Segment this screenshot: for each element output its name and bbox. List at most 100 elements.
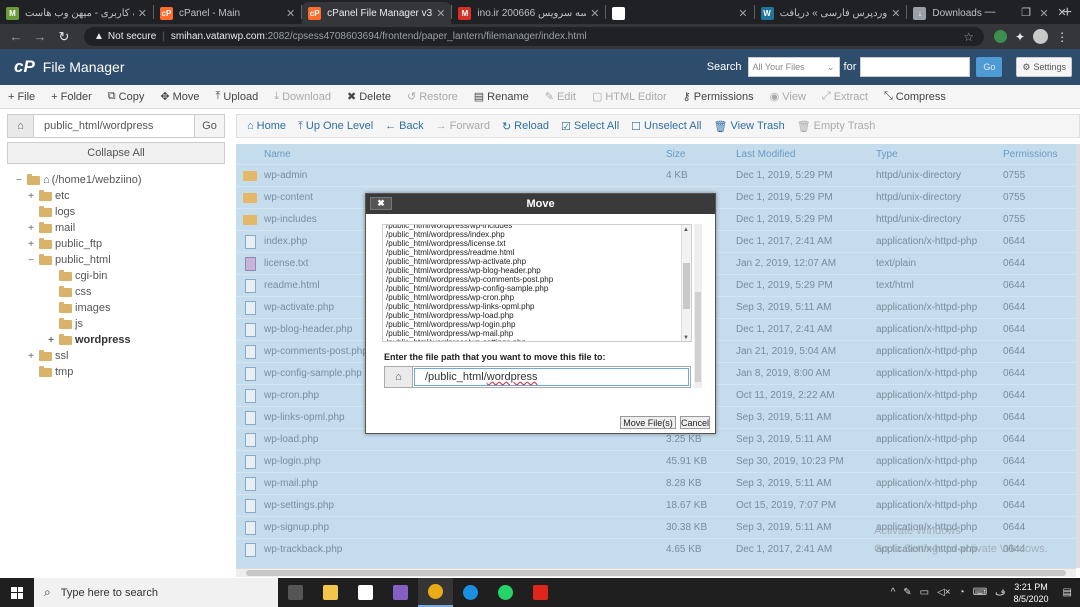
network-icon[interactable]: ◔: [959, 587, 965, 598]
col-name[interactable]: Name: [264, 149, 666, 160]
taskbar-store[interactable]: [348, 578, 383, 607]
list-scrollbar[interactable]: ▲ ▼: [681, 225, 691, 341]
profile-avatar[interactable]: [1033, 29, 1049, 44]
tab-close-icon[interactable]: ✕: [436, 7, 445, 20]
taskbar-visual-studio[interactable]: [383, 578, 418, 607]
horizontal-scrollbar[interactable]: [236, 568, 1076, 577]
settings-button[interactable]: ⚙ Settings: [1016, 57, 1072, 77]
keyboard-icon[interactable]: ⌨: [973, 587, 987, 598]
col-modified[interactable]: Last Modified: [736, 149, 876, 160]
table-row[interactable]: wp-mail.php 8.28 KB Sep 3, 2019, 5:11 AM ap…: [236, 472, 1076, 494]
tab-close-icon[interactable]: ✕: [590, 7, 599, 20]
tree-node[interactable]: + etc: [26, 188, 70, 204]
language-indicator[interactable]: ف: [995, 587, 1005, 598]
tree-node[interactable]: + wordpress: [46, 332, 131, 348]
cancel-button[interactable]: Cancel: [680, 416, 710, 429]
browser-tab[interactable]: ✕: [606, 2, 753, 24]
table-row[interactable]: wp-admin 4 KB Dec 1, 2019, 5:29 PM httpd/un…: [236, 164, 1076, 186]
tree-toggle-icon[interactable]: −: [14, 175, 24, 186]
browser-tab[interactable]: cP cPanel File Manager v3 ✕: [302, 2, 452, 24]
taskbar-chrome[interactable]: [418, 578, 453, 607]
dialog-scrollbar[interactable]: [694, 224, 702, 388]
nav-up-one-level-button[interactable]: ⤒ Up One Level: [298, 120, 373, 133]
toolbar-folder-button[interactable]: + Folder: [51, 91, 92, 103]
search-input[interactable]: [860, 57, 971, 77]
pen-icon[interactable]: ✎: [903, 587, 911, 598]
tab-close-icon[interactable]: ✕: [138, 7, 147, 20]
tree-node[interactable]: js: [46, 316, 83, 332]
home-icon[interactable]: ⌂: [8, 115, 34, 137]
close-window-icon[interactable]: ✕: [1044, 0, 1080, 24]
tree-node[interactable]: + public_ftp: [26, 236, 102, 252]
tree-node[interactable]: tmp: [26, 364, 73, 380]
tree-toggle-icon[interactable]: +: [26, 239, 36, 250]
tab-close-icon[interactable]: ✕: [891, 7, 900, 20]
table-row[interactable]: wp-settings.php 18.67 KB Oct 15, 2019, 7:0…: [236, 494, 1076, 516]
tree-toggle-icon[interactable]: +: [26, 191, 36, 202]
scroll-down-icon[interactable]: ▼: [683, 335, 689, 341]
volume-icon[interactable]: ◁×: [937, 587, 951, 598]
nav-select-all-button[interactable]: ☑ Select All: [561, 120, 619, 133]
battery-icon[interactable]: ▭: [920, 587, 929, 598]
toolbar-copy-button[interactable]: ⧉ Copy: [108, 90, 145, 103]
taskbar-task-view[interactable]: [278, 578, 313, 607]
menu-dots-icon[interactable]: ⋮: [1056, 30, 1068, 44]
tree-toggle-icon[interactable]: +: [26, 223, 36, 234]
toolbar-compress-button[interactable]: ⤡ Compress: [884, 90, 946, 103]
nav-view-trash-button[interactable]: 🗑 View Trash: [714, 120, 785, 133]
toolbar-file-button[interactable]: + File: [8, 91, 35, 103]
scroll-thumb[interactable]: [246, 570, 1066, 576]
tree-node[interactable]: cgi-bin: [46, 268, 107, 284]
destination-input[interactable]: /public_html/wordpress: [414, 368, 689, 386]
col-permissions[interactable]: Permissions: [1003, 149, 1063, 160]
cpanel-logo[interactable]: cP: [14, 57, 35, 77]
tree-toggle-icon[interactable]: +: [26, 351, 36, 362]
reload-icon[interactable]: ↻: [52, 29, 76, 45]
tree-node[interactable]: + mail: [26, 220, 75, 236]
nav-unselect-all-button[interactable]: ☐ Unselect All: [631, 120, 701, 133]
browser-tab[interactable]: M ناحیه کاربری - میهن وب هاست ✕: [0, 2, 153, 24]
bookmark-star-icon[interactable]: ☆: [963, 30, 974, 44]
tab-close-icon[interactable]: ✕: [738, 7, 747, 20]
tree-node[interactable]: + ssl: [26, 348, 68, 364]
toolbar-move-button[interactable]: ✥ Move: [160, 90, 199, 104]
taskbar-search[interactable]: ⌕ Type here to search: [34, 578, 278, 607]
browser-tab[interactable]: W وردپرس فارسی » دریافت ✕: [755, 2, 907, 24]
back-arrow-icon[interactable]: ←: [4, 29, 28, 44]
chevron-up-icon[interactable]: ^: [891, 587, 896, 598]
tree-node[interactable]: − public_html: [26, 252, 111, 268]
taskbar-edge[interactable]: [453, 578, 488, 607]
vertical-scrollbar[interactable]: [1076, 144, 1080, 568]
taskbar-file-explorer[interactable]: [313, 578, 348, 607]
extension-icon[interactable]: [994, 30, 1007, 43]
path-input[interactable]: public_html/wordpress: [34, 120, 194, 132]
col-size[interactable]: Size: [666, 149, 736, 160]
url-field[interactable]: ▲ Not secure | smihan.vatanwp.com :2082/…: [84, 27, 984, 46]
browser-tab[interactable]: cP cPanel - Main ✕: [154, 2, 301, 24]
taskbar-acrobat[interactable]: [523, 578, 558, 607]
search-scope-select[interactable]: All Your Files ⌄: [747, 57, 840, 77]
table-row[interactable]: wp-login.php 45.91 KB Sep 30, 2019, 10:23 …: [236, 450, 1076, 472]
home-icon[interactable]: ⌂: [385, 367, 413, 387]
close-icon[interactable]: ✖: [370, 197, 392, 210]
list-scroll-thumb[interactable]: [683, 263, 690, 309]
toolbar-delete-button[interactable]: ✖ Delete: [347, 90, 391, 104]
nav-reload-button[interactable]: ↻ Reload: [502, 120, 549, 133]
notification-icon[interactable]: ▤: [1063, 587, 1072, 598]
tree-toggle-icon[interactable]: −: [26, 255, 36, 266]
tree-node[interactable]: images: [46, 300, 110, 316]
nav-back-button[interactable]: ← Back: [385, 120, 423, 132]
toolbar-rename-button[interactable]: ▤ Rename: [474, 90, 529, 104]
clock[interactable]: 3:21 PM 8/5/2020: [1014, 581, 1049, 605]
move-files-button[interactable]: Move File(s): [620, 416, 676, 429]
tree-node[interactable]: − ⌂ (/home1/webziino): [14, 172, 142, 188]
dialog-scroll-thumb[interactable]: [695, 292, 701, 382]
start-button[interactable]: [0, 578, 34, 607]
scroll-up-icon[interactable]: ▲: [683, 227, 689, 233]
col-type[interactable]: Type: [876, 149, 1003, 160]
toolbar-upload-button[interactable]: ⤒ Upload: [215, 90, 258, 103]
taskbar-whatsapp[interactable]: [488, 578, 523, 607]
browser-tab[interactable]: Mino.ir شناسه سرویس 200666 ✕: [452, 2, 605, 24]
nav-home-button[interactable]: ⌂ Home: [247, 120, 286, 132]
tree-node[interactable]: logs: [26, 204, 75, 220]
